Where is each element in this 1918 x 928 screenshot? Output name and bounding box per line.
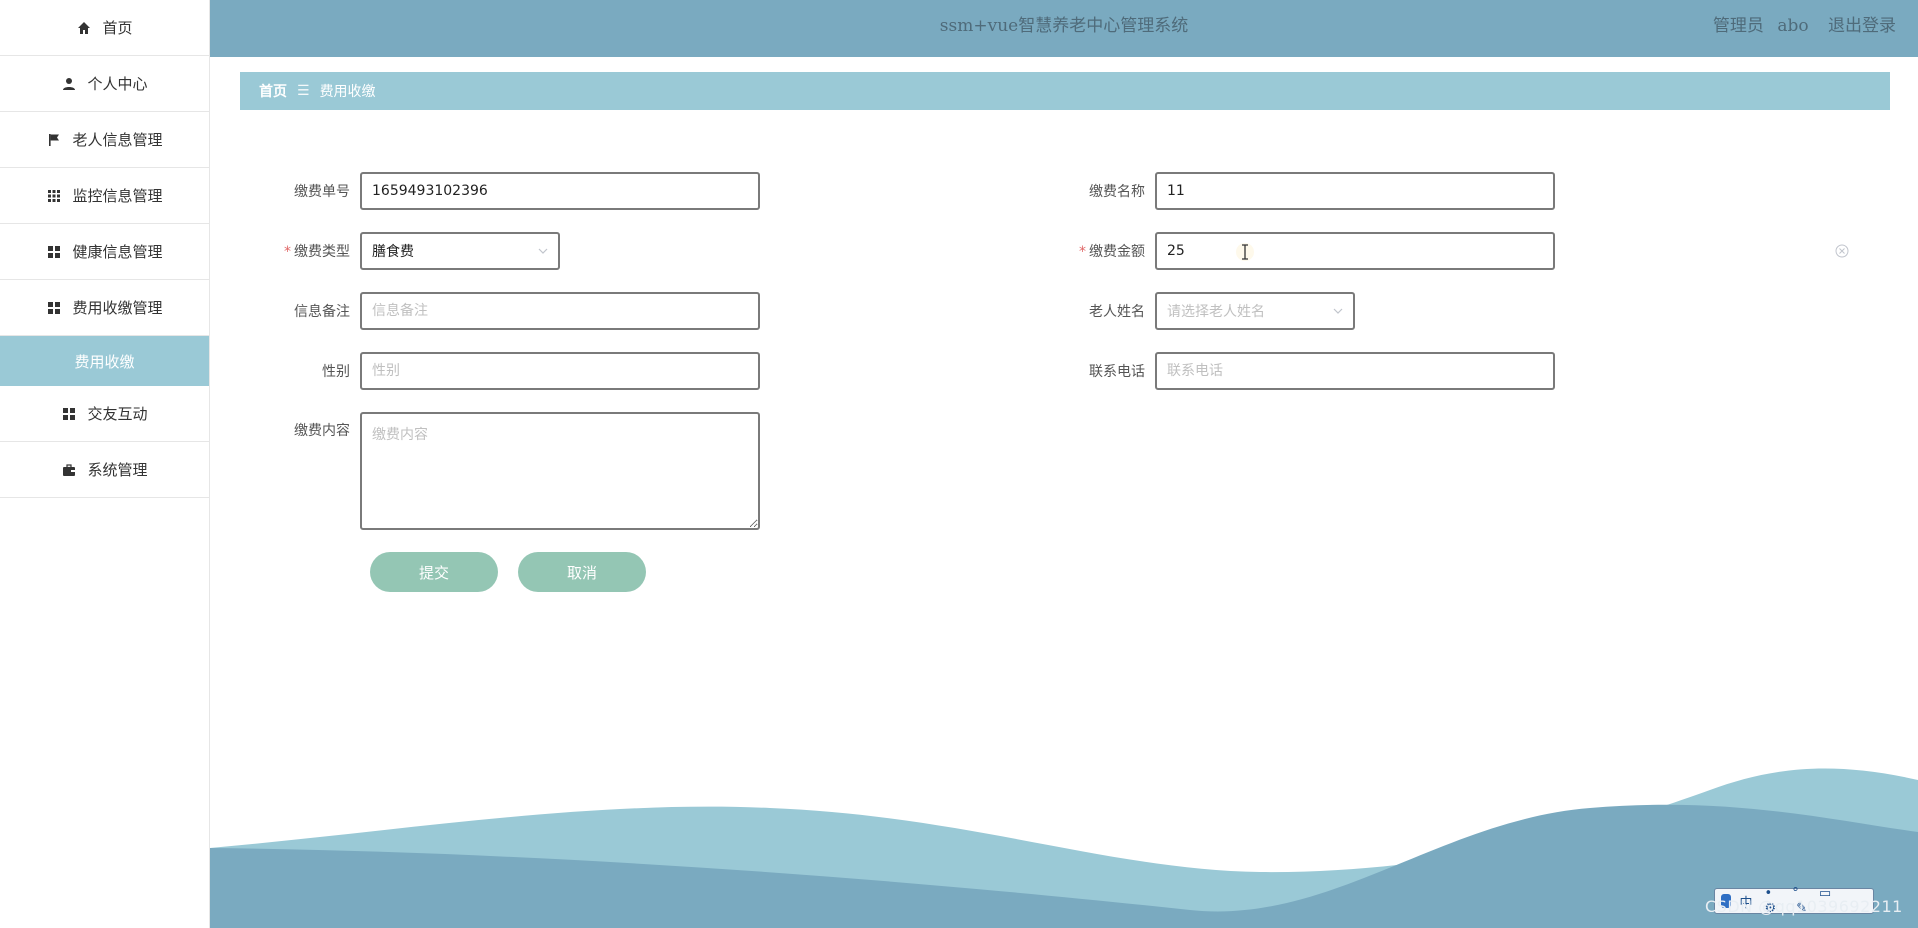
- breadcrumb: 首页 ☰ 费用收缴: [240, 72, 1890, 110]
- field-remark: 信息备注: [240, 292, 760, 330]
- submit-button[interactable]: 提交: [370, 552, 498, 592]
- field-bill-name: 缴费名称: [1035, 172, 1555, 210]
- field-amount: * 缴费金额: [1035, 232, 1555, 270]
- remark-input[interactable]: [360, 292, 760, 330]
- breadcrumb-home[interactable]: 首页: [259, 81, 287, 101]
- bill-name-label: 缴费名称: [1089, 184, 1145, 200]
- sidebar-item-fees[interactable]: 费用收缴管理: [0, 280, 209, 336]
- sidebar-item-label: 费用收缴管理: [72, 299, 163, 317]
- sidebar-item-label: 首页: [102, 19, 133, 37]
- sidebar: 首页 个人中心 老人信息管理 监控信息管理 健康信息管理 费用收缴管理 费用收缴…: [0, 0, 210, 928]
- user-role: 管理员: [1712, 16, 1764, 36]
- cancel-button[interactable]: 取消: [518, 552, 646, 592]
- content-label: 缴费内容: [294, 423, 350, 439]
- chevron-down-icon: [1333, 306, 1343, 316]
- breadcrumb-separator-icon: ☰: [297, 83, 310, 99]
- flag-icon: [46, 132, 62, 148]
- apps-icon: [46, 300, 62, 316]
- app-title: ssm+vue智慧养老中心管理系统: [939, 16, 1189, 36]
- elder-name-label: 老人姓名: [1089, 304, 1145, 320]
- sidebar-item-label: 个人中心: [87, 75, 148, 93]
- gender-label: 性别: [322, 364, 350, 380]
- bill-type-value: 膳食费: [372, 244, 414, 260]
- bill-type-select[interactable]: 膳食费: [360, 232, 560, 270]
- text-cursor-icon: [1235, 241, 1255, 263]
- bill-no-label: 缴费单号: [294, 184, 350, 200]
- sidebar-item-social[interactable]: 交友互动: [0, 386, 209, 442]
- clear-circle-icon[interactable]: [1834, 243, 1850, 259]
- sidebar-item-label: 系统管理: [87, 461, 148, 479]
- apps-icon: [61, 406, 77, 422]
- elder-name-placeholder: 请选择老人姓名: [1167, 304, 1265, 320]
- breadcrumb-current: 费用收缴: [319, 84, 376, 100]
- decorative-waves: [210, 768, 1918, 928]
- elder-name-select[interactable]: 请选择老人姓名: [1155, 292, 1355, 330]
- field-content: 缴费内容: [240, 412, 760, 530]
- watermark: CSDN @qq1039692211: [1705, 897, 1903, 916]
- sidebar-item-monitor[interactable]: 监控信息管理: [0, 168, 209, 224]
- bill-no-input[interactable]: [360, 172, 760, 210]
- field-bill-type: * 缴费类型 膳食费: [240, 232, 560, 270]
- logout-link[interactable]: 退出登录: [1828, 16, 1896, 36]
- field-phone: 联系电话: [1035, 352, 1555, 390]
- amount-input[interactable]: [1155, 232, 1555, 270]
- sidebar-item-label: 老人信息管理: [72, 131, 163, 149]
- bill-name-input[interactable]: [1155, 172, 1555, 210]
- sidebar-item-label: 监控信息管理: [72, 187, 163, 205]
- gender-input[interactable]: [360, 352, 760, 390]
- field-gender: 性别: [240, 352, 760, 390]
- sidebar-item-profile[interactable]: 个人中心: [0, 56, 209, 112]
- username: abo: [1777, 16, 1809, 36]
- field-bill-no: 缴费单号: [240, 172, 760, 210]
- sidebar-item-label: 交友互动: [87, 405, 148, 423]
- required-mark: *: [1079, 244, 1086, 260]
- remark-label: 信息备注: [294, 304, 350, 320]
- apps-icon: [46, 244, 62, 260]
- sidebar-item-system[interactable]: 系统管理: [0, 442, 209, 498]
- phone-input[interactable]: [1155, 352, 1555, 390]
- bill-type-label: * 缴费类型: [284, 244, 350, 260]
- user-icon: [61, 76, 77, 92]
- phone-label: 联系电话: [1089, 364, 1145, 380]
- amount-label: * 缴费金额: [1079, 244, 1145, 260]
- sidebar-item-label: 健康信息管理: [72, 243, 163, 261]
- field-elder-name: 老人姓名 请选择老人姓名: [1035, 292, 1355, 330]
- content-textarea[interactable]: [360, 412, 760, 530]
- top-header: ssm+vue智慧养老中心管理系统 管理员 abo 退出登录: [210, 0, 1918, 57]
- home-icon: [76, 20, 92, 36]
- required-mark: *: [284, 244, 291, 260]
- briefcase-icon: [61, 462, 77, 478]
- sidebar-subitem-fee-collection[interactable]: 费用收缴: [0, 336, 209, 386]
- sidebar-item-elder-info[interactable]: 老人信息管理: [0, 112, 209, 168]
- user-area: 管理员 abo 退出登录: [1705, 0, 1896, 57]
- chevron-down-icon: [538, 246, 548, 256]
- sidebar-item-health[interactable]: 健康信息管理: [0, 224, 209, 280]
- grid-icon: [46, 188, 62, 204]
- sidebar-item-home[interactable]: 首页: [0, 0, 209, 56]
